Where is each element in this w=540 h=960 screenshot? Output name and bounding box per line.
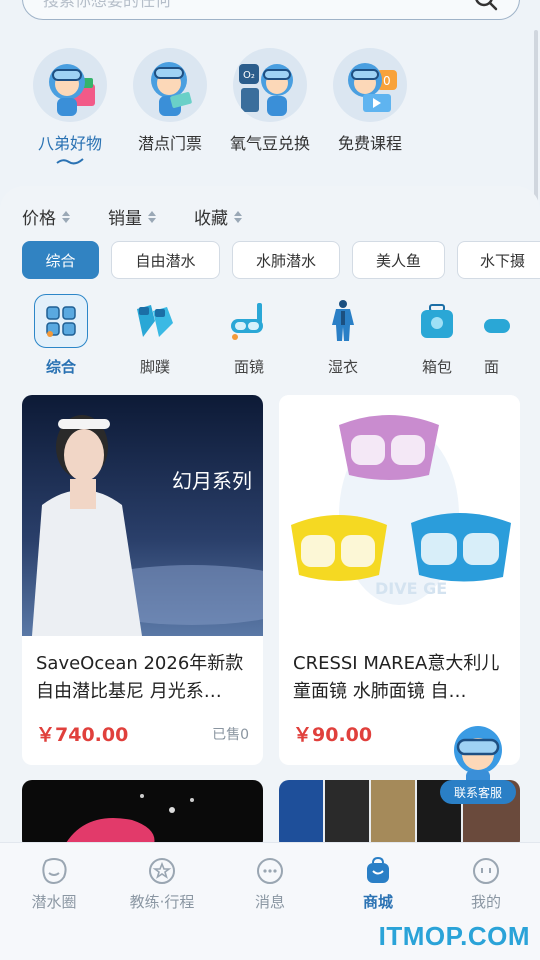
subcategory-fins[interactable]: 脚蹼: [108, 294, 202, 377]
product-image: [22, 780, 263, 850]
product-image: 幻月系列: [22, 395, 263, 636]
partial-icon: [484, 294, 514, 348]
mascot-gifts-icon: [33, 48, 107, 122]
subcategory-mask[interactable]: 面镜: [202, 294, 296, 377]
nav-label: 我的: [470, 893, 501, 911]
nav-label: 商城: [362, 893, 393, 911]
product-title: SaveOcean 2026年新款自由潜比基尼 月光系…: [36, 653, 244, 702]
mask-icon: [222, 294, 276, 348]
nav-label: 潜水圈: [31, 893, 77, 911]
top-category-label: 免费课程: [337, 134, 402, 153]
bag-icon: [410, 294, 464, 348]
customer-service-button[interactable]: 联系客服: [440, 722, 520, 804]
search-icon[interactable]: [473, 0, 499, 12]
mascot-course-icon: 0: [333, 48, 407, 122]
top-category-courses[interactable]: 0 免费课程: [320, 48, 420, 168]
product-card[interactable]: 幻月系列 SaveOcean 2026年新款自由潜比基尼 月光系… ￥740.0…: [22, 395, 263, 765]
wetsuit-icon: [316, 294, 370, 348]
product-price: ￥740.00: [36, 724, 129, 746]
bubble-icon: [42, 858, 67, 885]
subcategory-row: 综合 脚蹼 面镜 湿衣 箱包 面: [14, 294, 540, 377]
sort-row: 价格 销量 收藏: [22, 204, 280, 229]
sort-price[interactable]: 价格: [22, 204, 70, 229]
subcategory-label: 箱包: [421, 358, 452, 376]
chat-icon: [257, 858, 283, 884]
chip-underwater-photo[interactable]: 水下摄: [457, 241, 540, 279]
grid-icon: [34, 294, 88, 348]
nav-messages[interactable]: 消息: [216, 843, 324, 960]
top-category-label: 氧气豆兑换: [229, 134, 310, 153]
top-category-goods[interactable]: 八弟好物: [20, 48, 120, 168]
product-title: CRESSI MAREA意大利儿童面镜 水肺面镜 自…: [293, 653, 500, 702]
sort-label: 价格: [22, 209, 56, 229]
chip-freediving[interactable]: 自由潜水: [111, 241, 220, 279]
customer-service-label: 联系客服: [440, 780, 516, 804]
nav-label: 消息: [254, 893, 285, 911]
product-sold: 已售0: [212, 726, 249, 743]
search-placeholder: 搜索你想要的任何: [43, 0, 172, 10]
sort-label: 销量: [108, 209, 142, 229]
site-watermark: ITMOP.COM: [378, 921, 530, 951]
product-image-caption: 幻月系列: [172, 469, 252, 493]
nav-coach-trips[interactable]: 教练·行程: [108, 843, 216, 960]
nav-label: 教练·行程: [129, 893, 195, 911]
subcategory-label: 综合: [45, 358, 76, 376]
product-image-watermark: DIVE GE: [375, 579, 448, 598]
subcategory-bag[interactable]: 箱包: [390, 294, 484, 377]
top-categories: 八弟好物 潜点门票 O₂ 氧气豆兑换 0 免费课程: [0, 48, 540, 168]
subcategory-all[interactable]: 综合: [14, 294, 108, 377]
chip-mermaid[interactable]: 美人鱼: [352, 241, 445, 279]
category-chips: 综合 自由潜水 水肺潜水 美人鱼 水下摄: [22, 241, 540, 279]
sort-arrows-icon: [234, 210, 242, 223]
top-category-oxygen[interactable]: O₂ 氧气豆兑换: [220, 48, 320, 168]
wave-indicator-icon: [56, 158, 84, 165]
mascot-oxygen-icon: O₂: [233, 48, 307, 122]
search-bar[interactable]: 搜索你想要的任何: [22, 0, 520, 20]
price-row: ￥740.00 已售0: [22, 706, 263, 747]
sort-sales[interactable]: 销量: [108, 204, 156, 229]
subcategory-label: 面镜: [233, 358, 264, 376]
sort-arrows-icon: [62, 210, 70, 223]
subcategory-label: 湿衣: [327, 358, 358, 376]
svg-text:O₂: O₂: [243, 70, 255, 81]
subcategory-label: 脚蹼: [139, 358, 170, 376]
star-icon: [149, 858, 175, 884]
svg-text:0: 0: [383, 74, 391, 88]
chip-scuba[interactable]: 水肺潜水: [232, 241, 340, 279]
subcategory-wetsuit[interactable]: 湿衣: [296, 294, 390, 377]
top-category-label: 潜点门票: [137, 134, 202, 153]
product-card[interactable]: [22, 780, 263, 850]
top-category-label: 八弟好物: [37, 134, 102, 153]
subcategory-label: 面: [484, 358, 500, 376]
sort-arrows-icon: [148, 210, 156, 223]
sort-favorites[interactable]: 收藏: [194, 204, 242, 229]
product-card[interactable]: DIVE GE CRESSI MAREA意大利儿童面镜 水肺面镜 自… ￥90.…: [279, 395, 520, 765]
mascot-ticket-icon: [133, 48, 207, 122]
sort-label: 收藏: [194, 209, 228, 229]
shop-bag-icon: [367, 857, 389, 883]
profile-face-icon: [473, 858, 499, 884]
subcategory-partial[interactable]: 面: [484, 294, 540, 377]
fins-icon: [128, 294, 182, 348]
top-category-tickets[interactable]: 潜点门票: [120, 48, 220, 168]
chip-all[interactable]: 综合: [22, 241, 99, 279]
nav-dive-circle[interactable]: 潜水圈: [0, 843, 108, 960]
product-image: DIVE GE: [279, 395, 520, 636]
product-price: ￥90.00: [293, 724, 373, 746]
